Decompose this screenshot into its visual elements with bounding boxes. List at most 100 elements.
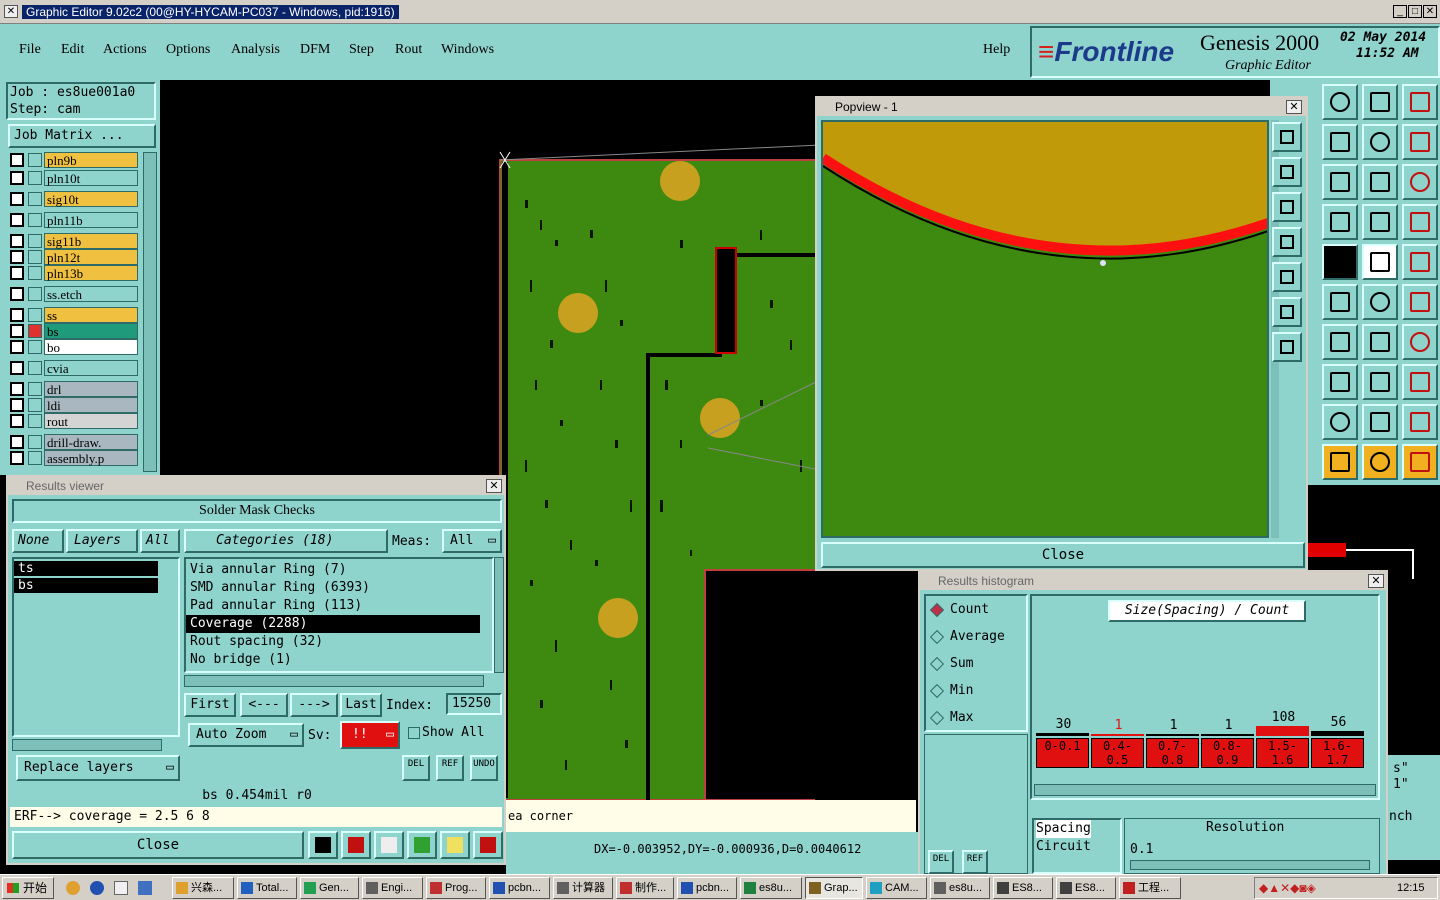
layer-name[interactable]: sig10t — [44, 191, 138, 207]
radio-icon[interactable] — [929, 629, 945, 645]
layer-name[interactable]: bs — [44, 323, 138, 339]
popview-close-icon[interactable]: ✕ — [1286, 100, 1302, 114]
quicklaunch-icon-2[interactable] — [90, 881, 104, 895]
layer-checkbox[interactable] — [10, 382, 24, 396]
layer-name[interactable]: drill-draw. — [44, 434, 138, 450]
mode-max[interactable]: Max — [929, 710, 1026, 728]
quicklaunch-icon-4[interactable] — [138, 881, 152, 895]
arc-icon[interactable] — [1362, 324, 1398, 360]
mode-average[interactable]: Average — [929, 629, 1026, 647]
taskbar-item[interactable]: 兴森... — [172, 877, 234, 899]
align-icon[interactable] — [1402, 124, 1438, 160]
net-red-icon[interactable] — [1402, 204, 1438, 240]
layer-row-pln9b[interactable]: pln9b — [10, 152, 140, 168]
taskbar-item[interactable]: Total... — [237, 877, 297, 899]
auto-zoom-button[interactable]: Auto Zoom ▭ — [188, 723, 304, 747]
layer-color-swatch[interactable] — [28, 213, 42, 227]
circle-icon[interactable] — [1402, 244, 1438, 280]
connect-icon[interactable] — [1402, 284, 1438, 320]
layer-row-ss[interactable]: ss — [10, 307, 140, 323]
index-field[interactable]: 15250 — [446, 693, 502, 715]
ruler-icon[interactable] — [1362, 244, 1398, 280]
scale-icon[interactable] — [1362, 164, 1398, 200]
layer-color-swatch[interactable] — [28, 451, 42, 465]
layer-checkbox[interactable] — [10, 153, 24, 167]
layer-color-swatch[interactable] — [28, 234, 42, 248]
layer-row-cvia[interactable]: cvia — [10, 360, 140, 376]
layer-checkbox[interactable] — [10, 213, 24, 227]
taskbar-item[interactable]: 制作... — [616, 877, 674, 899]
layer-checkbox[interactable] — [10, 451, 24, 465]
layer-color-swatch[interactable] — [28, 414, 42, 428]
job-matrix-button[interactable]: Job Matrix ... — [8, 124, 156, 148]
layer-color-swatch[interactable] — [28, 192, 42, 206]
pv-center-icon[interactable] — [1272, 332, 1302, 362]
layer-checkbox[interactable] — [10, 234, 24, 248]
pv-left-icon[interactable] — [1272, 227, 1302, 257]
menu-file[interactable]: File — [19, 42, 41, 58]
layer-checkbox[interactable] — [10, 171, 24, 185]
layer-checkbox[interactable] — [10, 287, 24, 301]
measure-box-icon[interactable] — [1362, 364, 1398, 400]
menu-actions[interactable]: Actions — [103, 42, 147, 58]
replace-layers-button[interactable]: Replace layers ▭ — [16, 755, 180, 781]
line-icon[interactable] — [1322, 324, 1358, 360]
poly2-icon[interactable] — [1362, 404, 1398, 440]
layer-checkbox[interactable] — [10, 414, 24, 428]
poly3-icon[interactable] — [1402, 404, 1438, 440]
taskbar-item[interactable]: ES8... — [993, 877, 1053, 899]
taskbar-item[interactable]: Gen... — [300, 877, 359, 899]
layer-checkbox[interactable] — [10, 266, 24, 280]
bin-range[interactable]: 0.4-0.5 — [1091, 738, 1144, 768]
taskbar-item[interactable]: es8u... — [740, 877, 802, 899]
type-circuit[interactable]: Circuit — [1036, 838, 1120, 856]
ref-button[interactable]: REF — [436, 755, 464, 781]
menu-step[interactable]: Step — [349, 42, 374, 58]
category-list[interactable]: Via annular Ring (7) SMD annular Ring (63… — [184, 557, 494, 673]
layer-checkbox[interactable] — [10, 324, 24, 338]
show-all-checkbox[interactable] — [408, 727, 420, 739]
histogram-bar[interactable] — [1036, 733, 1089, 736]
category-item[interactable]: Coverage (2288) — [186, 615, 480, 633]
hist-ref-button[interactable]: REF — [962, 850, 988, 874]
layer-row-sig10t[interactable]: sig10t — [10, 191, 140, 207]
taskbar-item[interactable]: 计算器 — [553, 877, 613, 899]
bin-range[interactable]: 0.7-0.8 — [1146, 738, 1199, 768]
taskbar-item[interactable]: es8u... — [930, 877, 990, 899]
layer-color-swatch[interactable] — [28, 287, 42, 301]
layer-checkbox[interactable] — [10, 192, 24, 206]
category-item[interactable]: No bridge (1) — [186, 651, 492, 669]
erf-icon[interactable] — [374, 831, 404, 859]
layer-checkbox[interactable] — [10, 308, 24, 322]
histogram-hscroll[interactable] — [1034, 784, 1376, 796]
mode-min[interactable]: Min — [929, 683, 1026, 701]
layer-color-swatch[interactable] — [28, 153, 42, 167]
move-icon[interactable] — [1362, 284, 1398, 320]
notes-icon[interactable] — [440, 831, 470, 859]
pv-right-icon[interactable] — [1272, 262, 1302, 292]
layer-row-bo[interactable]: bo — [10, 339, 140, 355]
category-item[interactable]: Pad annular Ring (113) — [186, 597, 492, 615]
pv-fit-icon[interactable] — [1272, 297, 1302, 327]
layer-color-swatch[interactable] — [28, 398, 42, 412]
snap-icon[interactable] — [1322, 124, 1358, 160]
zoom-home-icon[interactable] — [1322, 84, 1358, 120]
layer-color-swatch[interactable] — [28, 361, 42, 375]
bin-range[interactable]: 0.8-0.9 — [1201, 738, 1254, 768]
start-button[interactable]: 开始 — [2, 877, 54, 899]
layer-name[interactable]: bo — [44, 339, 138, 355]
resolution-slider[interactable] — [1130, 860, 1370, 870]
taskbar-item[interactable]: Prog... — [426, 877, 486, 899]
layer-list-hscroll[interactable] — [12, 739, 162, 751]
layer-name[interactable]: ldi — [44, 397, 138, 413]
quicklaunch-icon-3[interactable] — [114, 881, 128, 895]
radio-icon[interactable] — [929, 602, 945, 618]
taskbar-item[interactable]: Engi... — [362, 877, 423, 899]
undo-icon[interactable] — [1362, 124, 1398, 160]
hist-del-button[interactable]: DEL — [928, 850, 954, 874]
layer-name[interactable]: assembly.p — [44, 450, 138, 466]
severity-select[interactable]: !! ▭ — [340, 721, 400, 749]
layer-scrollbar[interactable] — [143, 152, 157, 472]
zoom-window-icon[interactable] — [1402, 84, 1438, 120]
pv-down-icon[interactable] — [1272, 192, 1302, 222]
